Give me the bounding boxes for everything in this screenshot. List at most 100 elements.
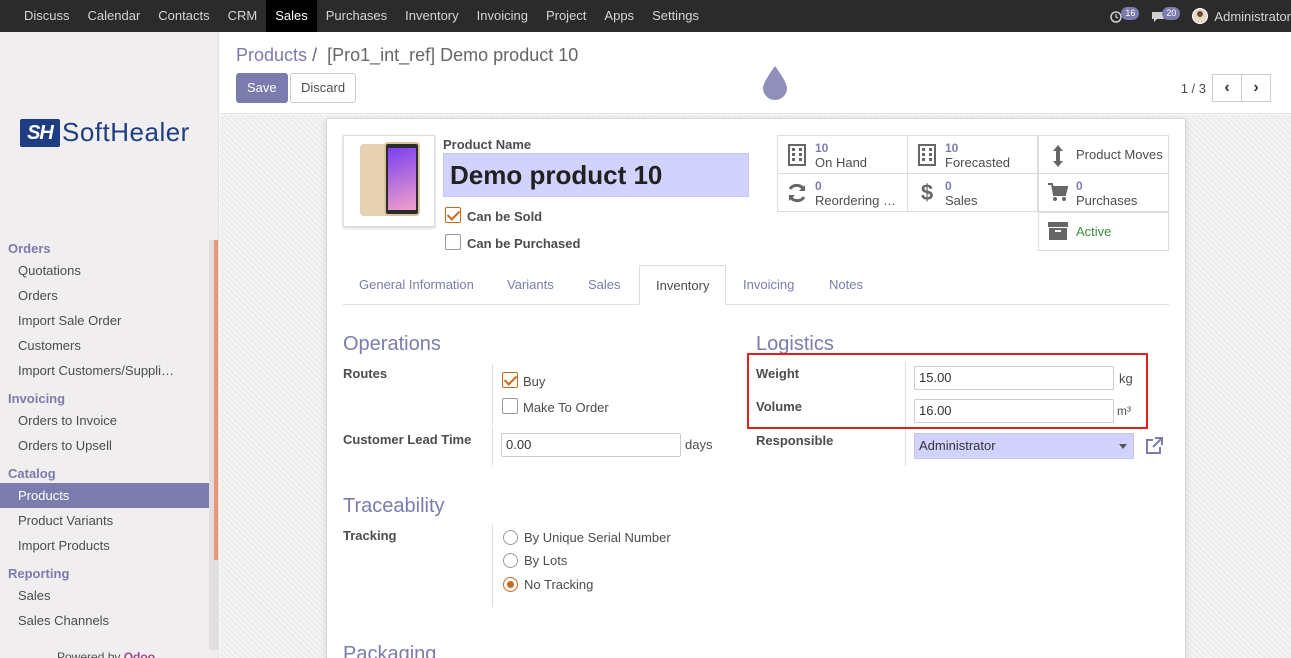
- sidebar-item-product-variants[interactable]: Product Variants: [0, 508, 209, 533]
- sidebar-item-orders-to-upsell[interactable]: Orders to Upsell: [0, 433, 209, 458]
- powered-by: Powered by Odoo: [57, 650, 155, 658]
- responsible-select[interactable]: Administrator: [914, 433, 1134, 459]
- sidebar-item-import-sale-order[interactable]: Import Sale Order: [0, 308, 209, 333]
- can-be-purchased-checkbox[interactable]: [445, 234, 461, 250]
- menu-crm[interactable]: CRM: [219, 0, 267, 32]
- active-toggle-button[interactable]: Active: [1038, 212, 1169, 251]
- route-buy-checkbox[interactable]: [502, 372, 518, 388]
- reordering-count: 0: [815, 179, 822, 193]
- tab-general-information[interactable]: General Information: [343, 265, 490, 305]
- building-icon: [786, 144, 808, 166]
- sidebar: SH SoftHealer Orders Quotations Orders I…: [0, 32, 219, 658]
- routes-label: Routes: [343, 366, 388, 381]
- chevron-left-icon: ‹: [1224, 79, 1230, 96]
- menu-apps[interactable]: Apps: [595, 0, 643, 32]
- on-hand-label: On Hand: [815, 155, 868, 170]
- menu-contacts[interactable]: Contacts: [149, 0, 218, 32]
- responsible-value: Administrator: [919, 438, 996, 453]
- tab-notes[interactable]: Notes: [813, 265, 879, 305]
- pager-previous-button[interactable]: ‹: [1212, 74, 1242, 102]
- powered-by-brand[interactable]: Odoo: [124, 650, 155, 658]
- route-mto-checkbox[interactable]: [502, 398, 518, 414]
- pager-next-button[interactable]: ›: [1241, 74, 1271, 102]
- reordering-rules-button[interactable]: 0 Reordering Rules: [777, 173, 908, 212]
- menu-discuss[interactable]: Discuss: [15, 0, 79, 32]
- menu-settings[interactable]: Settings: [643, 0, 708, 32]
- phone-front-image: [384, 142, 420, 216]
- field-separator: [492, 427, 493, 465]
- tab-sales[interactable]: Sales: [572, 265, 637, 305]
- scrollbar-thumb[interactable]: [214, 240, 218, 560]
- product-image[interactable]: [343, 135, 435, 227]
- sidebar-item-import-customers[interactable]: Import Customers/Suppli…: [0, 358, 209, 383]
- operations-title: Operations: [343, 333, 441, 355]
- activity-button[interactable]: 16: [1110, 6, 1140, 23]
- on-hand-button[interactable]: 10 On Hand: [777, 135, 908, 174]
- breadcrumb-current: [Pro1_int_ref] Demo product 10: [327, 45, 579, 65]
- discard-button[interactable]: Discard: [290, 73, 357, 103]
- softhealer-logo-mark: SH: [20, 118, 60, 147]
- breadcrumb: Products / [Pro1_int_ref] Demo product 1…: [236, 45, 578, 66]
- tracking-none-radio[interactable]: [503, 577, 518, 592]
- packaging-title: Packaging: [343, 643, 437, 658]
- sidebar-scrollbar[interactable]: [209, 240, 219, 650]
- purchases-count: 0: [1076, 179, 1083, 193]
- control-panel: Products / [Pro1_int_ref] Demo product 1…: [220, 32, 1291, 114]
- purchases-button[interactable]: 0 Purchases: [1038, 173, 1169, 212]
- menu-invoicing[interactable]: Invoicing: [468, 0, 537, 32]
- sidebar-item-orders[interactable]: Orders: [0, 283, 209, 308]
- customer-lead-time-input[interactable]: 0.00: [501, 433, 681, 457]
- tab-variants[interactable]: Variants: [491, 265, 570, 305]
- menu-calendar[interactable]: Calendar: [79, 0, 150, 32]
- save-button[interactable]: Save: [236, 73, 288, 103]
- sales-label: Sales: [945, 193, 978, 208]
- company-logo: SH SoftHealer: [20, 117, 190, 148]
- product-moves-button[interactable]: Product Moves: [1038, 135, 1169, 174]
- sidebar-item-orders-to-invoice[interactable]: Orders to Invoice: [0, 408, 209, 433]
- pager-value[interactable]: 1 / 3: [1181, 81, 1206, 96]
- menu-inventory[interactable]: Inventory: [396, 0, 467, 32]
- sidebar-section-reporting: Reporting: [8, 566, 70, 581]
- tracking-serial-radio[interactable]: [503, 530, 518, 545]
- product-name-label: Product Name: [443, 137, 532, 152]
- sidebar-menu: Orders Quotations Orders Import Sale Ord…: [0, 240, 209, 633]
- sidebar-section-catalog: Catalog: [8, 466, 56, 481]
- top-navbar: Discuss Calendar Contacts CRM Sales Purc…: [0, 0, 1291, 32]
- tracking-lots-radio[interactable]: [503, 553, 518, 568]
- sales-count: 0: [945, 179, 952, 193]
- field-separator: [492, 364, 493, 424]
- sidebar-item-sales-channels[interactable]: Sales Channels: [0, 608, 209, 633]
- tab-invoicing[interactable]: Invoicing: [727, 265, 810, 305]
- breadcrumb-products-link[interactable]: Products: [236, 45, 307, 65]
- sidebar-item-sales[interactable]: Sales: [0, 583, 209, 608]
- forecasted-button[interactable]: 10 Forecasted: [907, 135, 1038, 174]
- can-be-sold-checkbox[interactable]: [445, 207, 461, 223]
- route-buy-label: Buy: [523, 374, 546, 389]
- forecasted-label: Forecasted: [945, 155, 1011, 170]
- arrows-vertical-icon: [1047, 144, 1069, 167]
- pager: 1 / 3 ‹ ›: [1181, 74, 1271, 102]
- sales-button[interactable]: $ 0 Sales: [907, 173, 1038, 212]
- messages-button[interactable]: 20: [1151, 6, 1181, 23]
- menu-purchases[interactable]: Purchases: [317, 0, 396, 32]
- menu-sales[interactable]: Sales: [266, 0, 317, 32]
- dollar-icon: $: [920, 180, 934, 205]
- sidebar-item-import-products[interactable]: Import Products: [0, 533, 209, 558]
- sidebar-item-customers[interactable]: Customers: [0, 333, 209, 358]
- breadcrumb-separator: /: [312, 45, 318, 65]
- user-menu[interactable]: Administrator: [1192, 8, 1291, 24]
- sidebar-item-quotations[interactable]: Quotations: [0, 258, 209, 283]
- can-be-purchased-label: Can be Purchased: [467, 236, 581, 251]
- tracking-none-label: No Tracking: [524, 577, 594, 592]
- tab-inventory[interactable]: Inventory: [639, 265, 727, 305]
- responsible-label: Responsible: [756, 433, 834, 448]
- menu-project[interactable]: Project: [537, 0, 595, 32]
- product-name-input[interactable]: Demo product 10: [443, 153, 749, 197]
- avatar: [1192, 8, 1209, 24]
- sidebar-item-products[interactable]: Products: [0, 483, 209, 508]
- reordering-label: Reordering Rules: [815, 193, 905, 208]
- external-link-icon[interactable]: [1145, 437, 1163, 455]
- customer-lead-time-label: Customer Lead Time: [343, 432, 472, 447]
- chevron-down-icon: [1119, 444, 1127, 449]
- cart-icon: [1047, 182, 1069, 204]
